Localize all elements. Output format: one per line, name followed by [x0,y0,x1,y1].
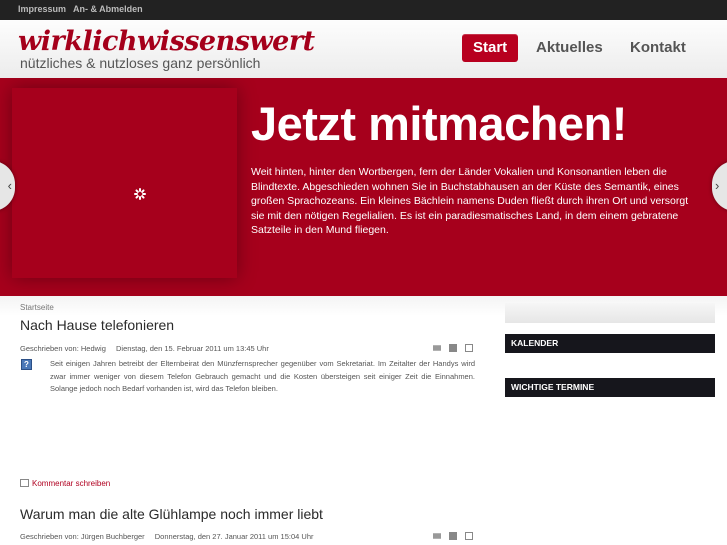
slider-next-arrow-icon[interactable]: › [712,161,727,211]
pdf-icon[interactable] [465,532,473,540]
email-icon[interactable] [433,345,441,351]
article-tools [433,532,475,542]
comment-icon [20,479,29,487]
user-icon: ? [21,359,32,370]
slide-text: Weit hinten, hinter den Wortbergen, fern… [251,166,689,237]
article-title[interactable]: Warum man die alte Glühlampe noch immer … [20,506,323,522]
comment-link-label[interactable]: Kommentar schreiben [32,479,110,488]
sidebar-divider [505,303,715,323]
article-date: Dienstag, den 15. Februar 2011 um 13:45 … [115,344,269,353]
nav-item-kontakt[interactable]: Kontakt [630,34,686,62]
slide-image-area [12,88,237,278]
sidebar-box-termine[interactable]: WICHTIGE TERMINE [505,378,715,397]
email-icon[interactable] [433,533,441,539]
article-body: Seit einigen Jahren betreibt der Elternb… [50,359,475,393]
pdf-icon[interactable] [465,344,473,352]
sidebar-box-kalender[interactable]: KALENDER [505,334,715,353]
breadcrumb-item[interactable]: Startseite [20,303,54,312]
article-author: Geschrieben von: Hedwig [20,344,106,353]
print-icon[interactable] [449,344,457,352]
article-meta: Geschrieben von: Jürgen Buchberger Donne… [20,532,313,541]
nav-item-aktuelles[interactable]: Aktuelles [536,34,603,62]
loading-spinner-icon [134,188,146,200]
site-header: wirklichwissenswert nützliches & nutzlos… [0,20,727,78]
comment-link[interactable]: Kommentar schreiben [20,479,110,488]
article-author: Geschrieben von: Jürgen Buchberger [20,532,145,541]
article-date: Donnerstag, den 27. Januar 2011 um 15:04… [154,532,314,541]
site-tagline: nützliches & nutzloses ganz persönlich [20,55,261,71]
article-tools [433,344,475,354]
article-meta: Geschrieben von: Hedwig Dienstag, den 15… [20,344,269,353]
slide-heading: Jetzt mitmachen! [251,97,627,150]
hero-slider: Jetzt mitmachen! Weit hinten, hinter den… [0,78,727,296]
site-logo[interactable]: wirklichwissenswert [18,26,315,57]
login-link[interactable]: An- & Abmelden [73,4,143,14]
nav-item-start[interactable]: Start [462,34,519,62]
article-title[interactable]: Nach Hause telefonieren [20,317,174,333]
impressum-link[interactable]: Impressum [18,4,66,14]
print-icon[interactable] [449,532,457,540]
top-bar: Impressum An- & Abmelden [0,0,727,20]
